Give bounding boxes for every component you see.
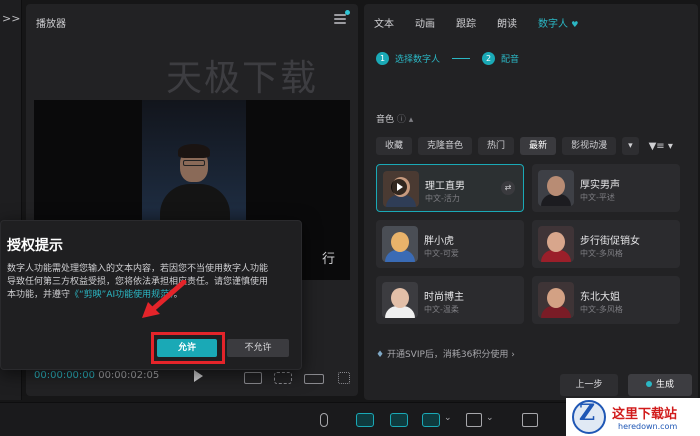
duration: 00:00:02:05 bbox=[98, 370, 160, 381]
fullscreen-icon[interactable] bbox=[338, 372, 350, 384]
voice-name: 厚实男声 bbox=[580, 180, 620, 191]
main-track-icon[interactable] bbox=[356, 413, 374, 427]
tab-animation[interactable]: 动画 bbox=[415, 15, 435, 30]
tab-tracking[interactable]: 跟踪 bbox=[456, 15, 476, 30]
chip-dropdown-icon[interactable]: ▾ bbox=[622, 137, 639, 155]
voice-name: 胖小虎 bbox=[424, 236, 454, 247]
svip-notice[interactable]: ♦ 开通SVIP后，消耗36积分使用 › bbox=[376, 347, 515, 360]
link-track-icon[interactable] bbox=[422, 413, 440, 427]
chevron-down-icon[interactable]: ⌄ bbox=[486, 413, 494, 427]
play-preview-icon[interactable] bbox=[391, 179, 407, 195]
panel-tabs: 文本 动画 跟踪 朗读 数字人 ♥ bbox=[374, 15, 599, 30]
chevron-down-icon[interactable]: ⌄ bbox=[444, 413, 452, 427]
play-icon[interactable] bbox=[194, 370, 203, 382]
voice-avatar bbox=[382, 282, 418, 318]
filter-icon[interactable]: ▼≡ ▾ bbox=[649, 141, 673, 152]
chip-popular[interactable]: 热门 bbox=[478, 137, 515, 155]
watermark-text: 天极下载 bbox=[166, 58, 319, 99]
expand-chevron-icon[interactable]: >> bbox=[2, 12, 20, 25]
step-1-label[interactable]: 选择数字人 bbox=[395, 52, 440, 65]
step-2-label[interactable]: 配音 bbox=[501, 52, 519, 65]
microphone-icon[interactable] bbox=[320, 413, 328, 427]
dialog-body-line-1: 数字人功能需处理您输入的文本内容，若因您不当使用数字人功能 bbox=[7, 264, 269, 274]
previous-step-button[interactable]: 上一步 bbox=[560, 374, 618, 396]
notification-dot-icon bbox=[345, 10, 350, 15]
voice-name: 理工直男 bbox=[425, 181, 465, 192]
step-1-number: 1 bbox=[376, 52, 389, 65]
timecode: 00:00:00:00 00:00:02:05 bbox=[34, 370, 159, 381]
avatar-face bbox=[547, 176, 565, 196]
tab-digital-human-label: 数字人 bbox=[538, 19, 568, 30]
avatar-face bbox=[547, 232, 565, 252]
logo-subtitle: heredown.com bbox=[618, 422, 678, 431]
chip-newest[interactable]: 最新 bbox=[520, 137, 557, 155]
chip-film-anime[interactable]: 影视动漫 bbox=[562, 137, 617, 155]
voice-style: 中文-多风格 bbox=[580, 249, 623, 258]
avatar-face bbox=[391, 288, 409, 308]
fit-view-icon[interactable] bbox=[244, 372, 262, 384]
screenshot-icon[interactable] bbox=[522, 413, 538, 427]
step-indicator: 1 选择数字人 2 配音 bbox=[376, 52, 519, 65]
aspect-ratio-icon[interactable] bbox=[304, 374, 324, 384]
video-caption-text: 行 bbox=[322, 252, 336, 267]
logo-title: 这里下载站 bbox=[612, 407, 678, 422]
avatar-face bbox=[547, 288, 565, 308]
voice-style: 中文-可爱 bbox=[424, 249, 459, 258]
voice-avatar bbox=[538, 282, 574, 318]
voice-card-2[interactable]: 胖小虎 中文-可爱 bbox=[376, 220, 524, 268]
voice-filter-chips: 收藏 克隆音色 热门 最新 影视动漫 ▾ ▼≡ ▾ bbox=[376, 137, 673, 155]
preview-axis-icon[interactable] bbox=[466, 413, 482, 427]
voice-avatar bbox=[538, 226, 574, 262]
voice-avatar bbox=[538, 170, 574, 206]
voice-avatar bbox=[382, 226, 418, 262]
chip-favorites[interactable]: 收藏 bbox=[376, 137, 413, 155]
dialog-body-prefix: 本功能，并遵守 bbox=[7, 290, 71, 300]
properties-panel: 文本 动画 跟踪 朗读 数字人 ♥ 1 选择数字人 2 配音 音色 ⓘ ▴ 收藏… bbox=[364, 4, 698, 400]
diamond-icon: ♦ bbox=[376, 350, 385, 360]
generate-button[interactable]: 生成 bbox=[628, 374, 692, 396]
voice-style: 中文-温柔 bbox=[424, 305, 459, 314]
player-title: 播放器 bbox=[36, 19, 66, 30]
voice-style: 中文-活力 bbox=[425, 194, 460, 203]
focus-icon[interactable] bbox=[274, 372, 292, 384]
swap-icon[interactable]: ⇄ bbox=[501, 181, 515, 195]
deny-button[interactable]: 不允许 bbox=[227, 339, 289, 357]
glasses bbox=[183, 160, 205, 166]
generate-icon bbox=[645, 381, 652, 387]
tab-text[interactable]: 文本 bbox=[374, 15, 394, 30]
voice-style: 中文-平述 bbox=[580, 193, 615, 202]
voice-name: 步行街促销女 bbox=[580, 236, 640, 247]
person-hair bbox=[178, 144, 210, 158]
tab-digital-human[interactable]: 数字人 ♥ bbox=[538, 15, 578, 30]
site-logo: Z 这里下载站 heredown.com bbox=[566, 398, 700, 436]
voice-card-0[interactable]: 理工直男 中文-活力 ⇄ bbox=[376, 164, 524, 212]
allow-button[interactable]: 允许 bbox=[157, 339, 217, 357]
step-connector bbox=[452, 58, 471, 59]
voice-name: 东北大姐 bbox=[580, 292, 620, 303]
voice-card-4[interactable]: 时尚博主 中文-温柔 bbox=[376, 276, 524, 324]
voice-name: 时尚博主 bbox=[424, 292, 464, 303]
generate-label: 生成 bbox=[655, 380, 674, 390]
tab-read-aloud[interactable]: 朗读 bbox=[497, 15, 517, 30]
current-time: 00:00:00:00 bbox=[34, 370, 96, 381]
chip-cloned-voices[interactable]: 克隆音色 bbox=[418, 137, 473, 155]
step-2-number: 2 bbox=[482, 52, 496, 65]
voice-card-5[interactable]: 东北大姐 中文-多风格 bbox=[532, 276, 680, 324]
help-icon[interactable]: ⓘ ▴ bbox=[397, 115, 413, 125]
menu-icon[interactable] bbox=[334, 14, 346, 24]
voice-section-label: 音色 ⓘ ▴ bbox=[376, 112, 413, 125]
dialog-title: 授权提示 bbox=[7, 238, 63, 254]
voice-section-title: 音色 bbox=[376, 115, 395, 125]
heart-icon: ♥ bbox=[571, 20, 579, 29]
magnet-icon[interactable] bbox=[390, 413, 408, 427]
voice-card-1[interactable]: 厚实男声 中文-平述 bbox=[532, 164, 680, 212]
voice-card-3[interactable]: 步行街促销女 中文-多风格 bbox=[532, 220, 680, 268]
svip-text: 开通SVIP后，消耗36积分使用 › bbox=[386, 350, 515, 360]
avatar-face bbox=[391, 232, 409, 252]
annotation-arrow-icon bbox=[142, 280, 187, 318]
logo-letter: Z bbox=[579, 400, 596, 426]
voice-style: 中文-多风格 bbox=[580, 305, 623, 314]
